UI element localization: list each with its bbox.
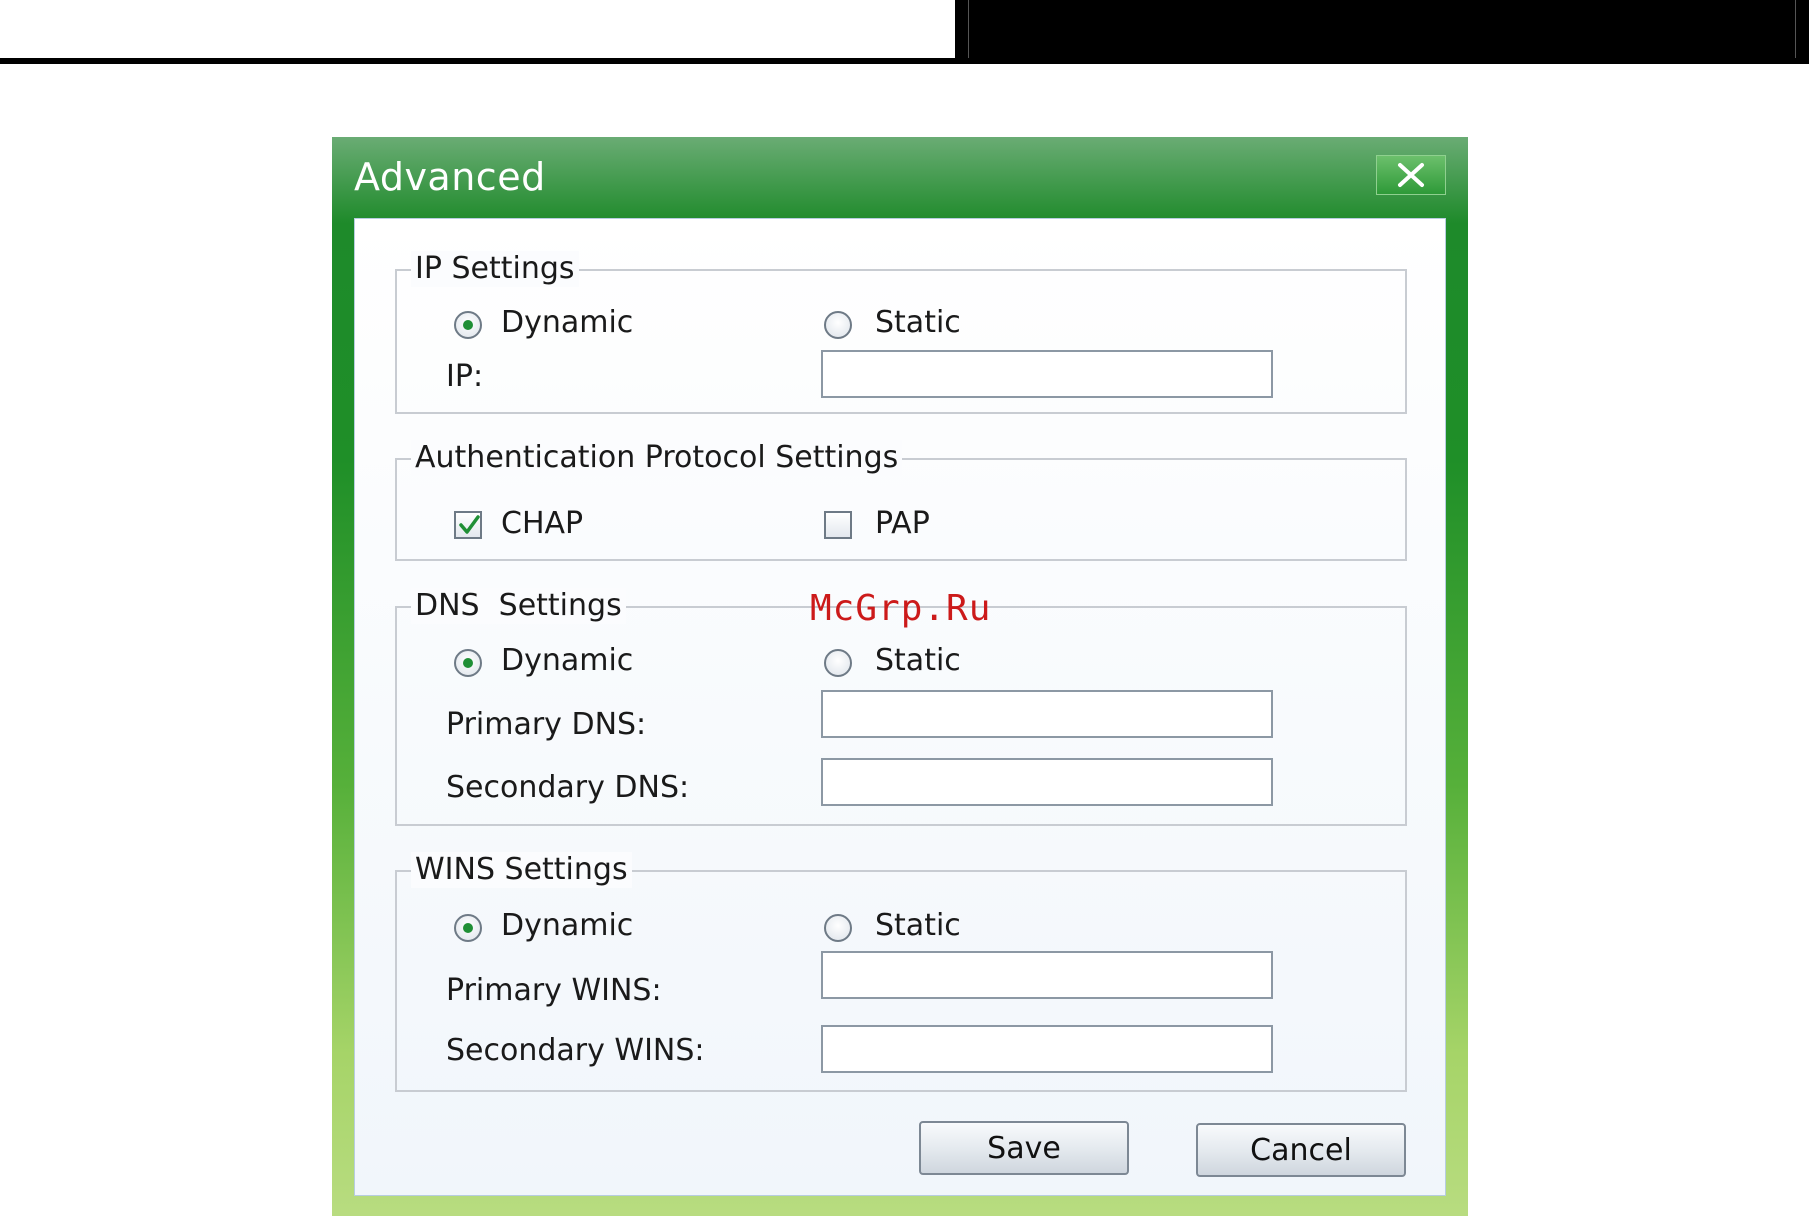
secondary-wins-input[interactable] bbox=[821, 1025, 1273, 1073]
chap-checkbox[interactable] bbox=[454, 511, 482, 539]
dialog-title: Advanced bbox=[354, 155, 546, 199]
ip-static-label: Static bbox=[875, 305, 961, 340]
page-header-rule bbox=[0, 58, 1809, 64]
wins-static-radio[interactable] bbox=[824, 914, 852, 942]
page-header-black-bar-frame bbox=[968, 0, 1796, 59]
pap-label: PAP bbox=[875, 506, 930, 541]
dns-static-radio[interactable] bbox=[824, 649, 852, 677]
ip-label: IP: bbox=[446, 359, 484, 394]
secondary-wins-label: Secondary WINS: bbox=[446, 1033, 705, 1068]
close-button[interactable] bbox=[1376, 155, 1446, 195]
close-x-icon bbox=[1398, 163, 1424, 187]
checkmark-icon bbox=[459, 515, 480, 534]
auth-protocol-legend: Authentication Protocol Settings bbox=[411, 440, 903, 476]
wins-static-label: Static bbox=[875, 908, 961, 943]
wins-dynamic-radio[interactable] bbox=[454, 914, 482, 942]
dns-dynamic-radio[interactable] bbox=[454, 649, 482, 677]
cancel-button[interactable]: Cancel bbox=[1196, 1123, 1406, 1177]
primary-wins-input[interactable] bbox=[821, 951, 1273, 999]
chap-label: CHAP bbox=[501, 506, 584, 541]
dialog-content-panel: IP Settings Dynamic Static IP: Authentic… bbox=[354, 218, 1446, 1196]
advanced-dialog: Advanced IP Settings Dynamic Static IP: … bbox=[332, 137, 1468, 1216]
secondary-dns-input[interactable] bbox=[821, 758, 1273, 806]
watermark-text: McGrp.Ru bbox=[810, 588, 992, 629]
wins-settings-legend: WINS Settings bbox=[411, 852, 632, 888]
save-button[interactable]: Save bbox=[919, 1121, 1129, 1175]
primary-wins-label: Primary WINS: bbox=[446, 973, 662, 1008]
primary-dns-label: Primary DNS: bbox=[446, 707, 647, 742]
ip-dynamic-radio[interactable] bbox=[454, 311, 482, 339]
wins-dynamic-label: Dynamic bbox=[501, 908, 634, 943]
ip-input[interactable] bbox=[821, 350, 1273, 398]
ip-static-radio[interactable] bbox=[824, 311, 852, 339]
pap-checkbox[interactable] bbox=[824, 511, 852, 539]
ip-settings-legend: IP Settings bbox=[411, 251, 579, 287]
dns-settings-legend: DNS Settings bbox=[411, 588, 626, 624]
dns-static-label: Static bbox=[875, 643, 961, 678]
ip-dynamic-label: Dynamic bbox=[501, 305, 634, 340]
dns-dynamic-label: Dynamic bbox=[501, 643, 634, 678]
secondary-dns-label: Secondary DNS: bbox=[446, 770, 690, 805]
primary-dns-input[interactable] bbox=[821, 690, 1273, 738]
